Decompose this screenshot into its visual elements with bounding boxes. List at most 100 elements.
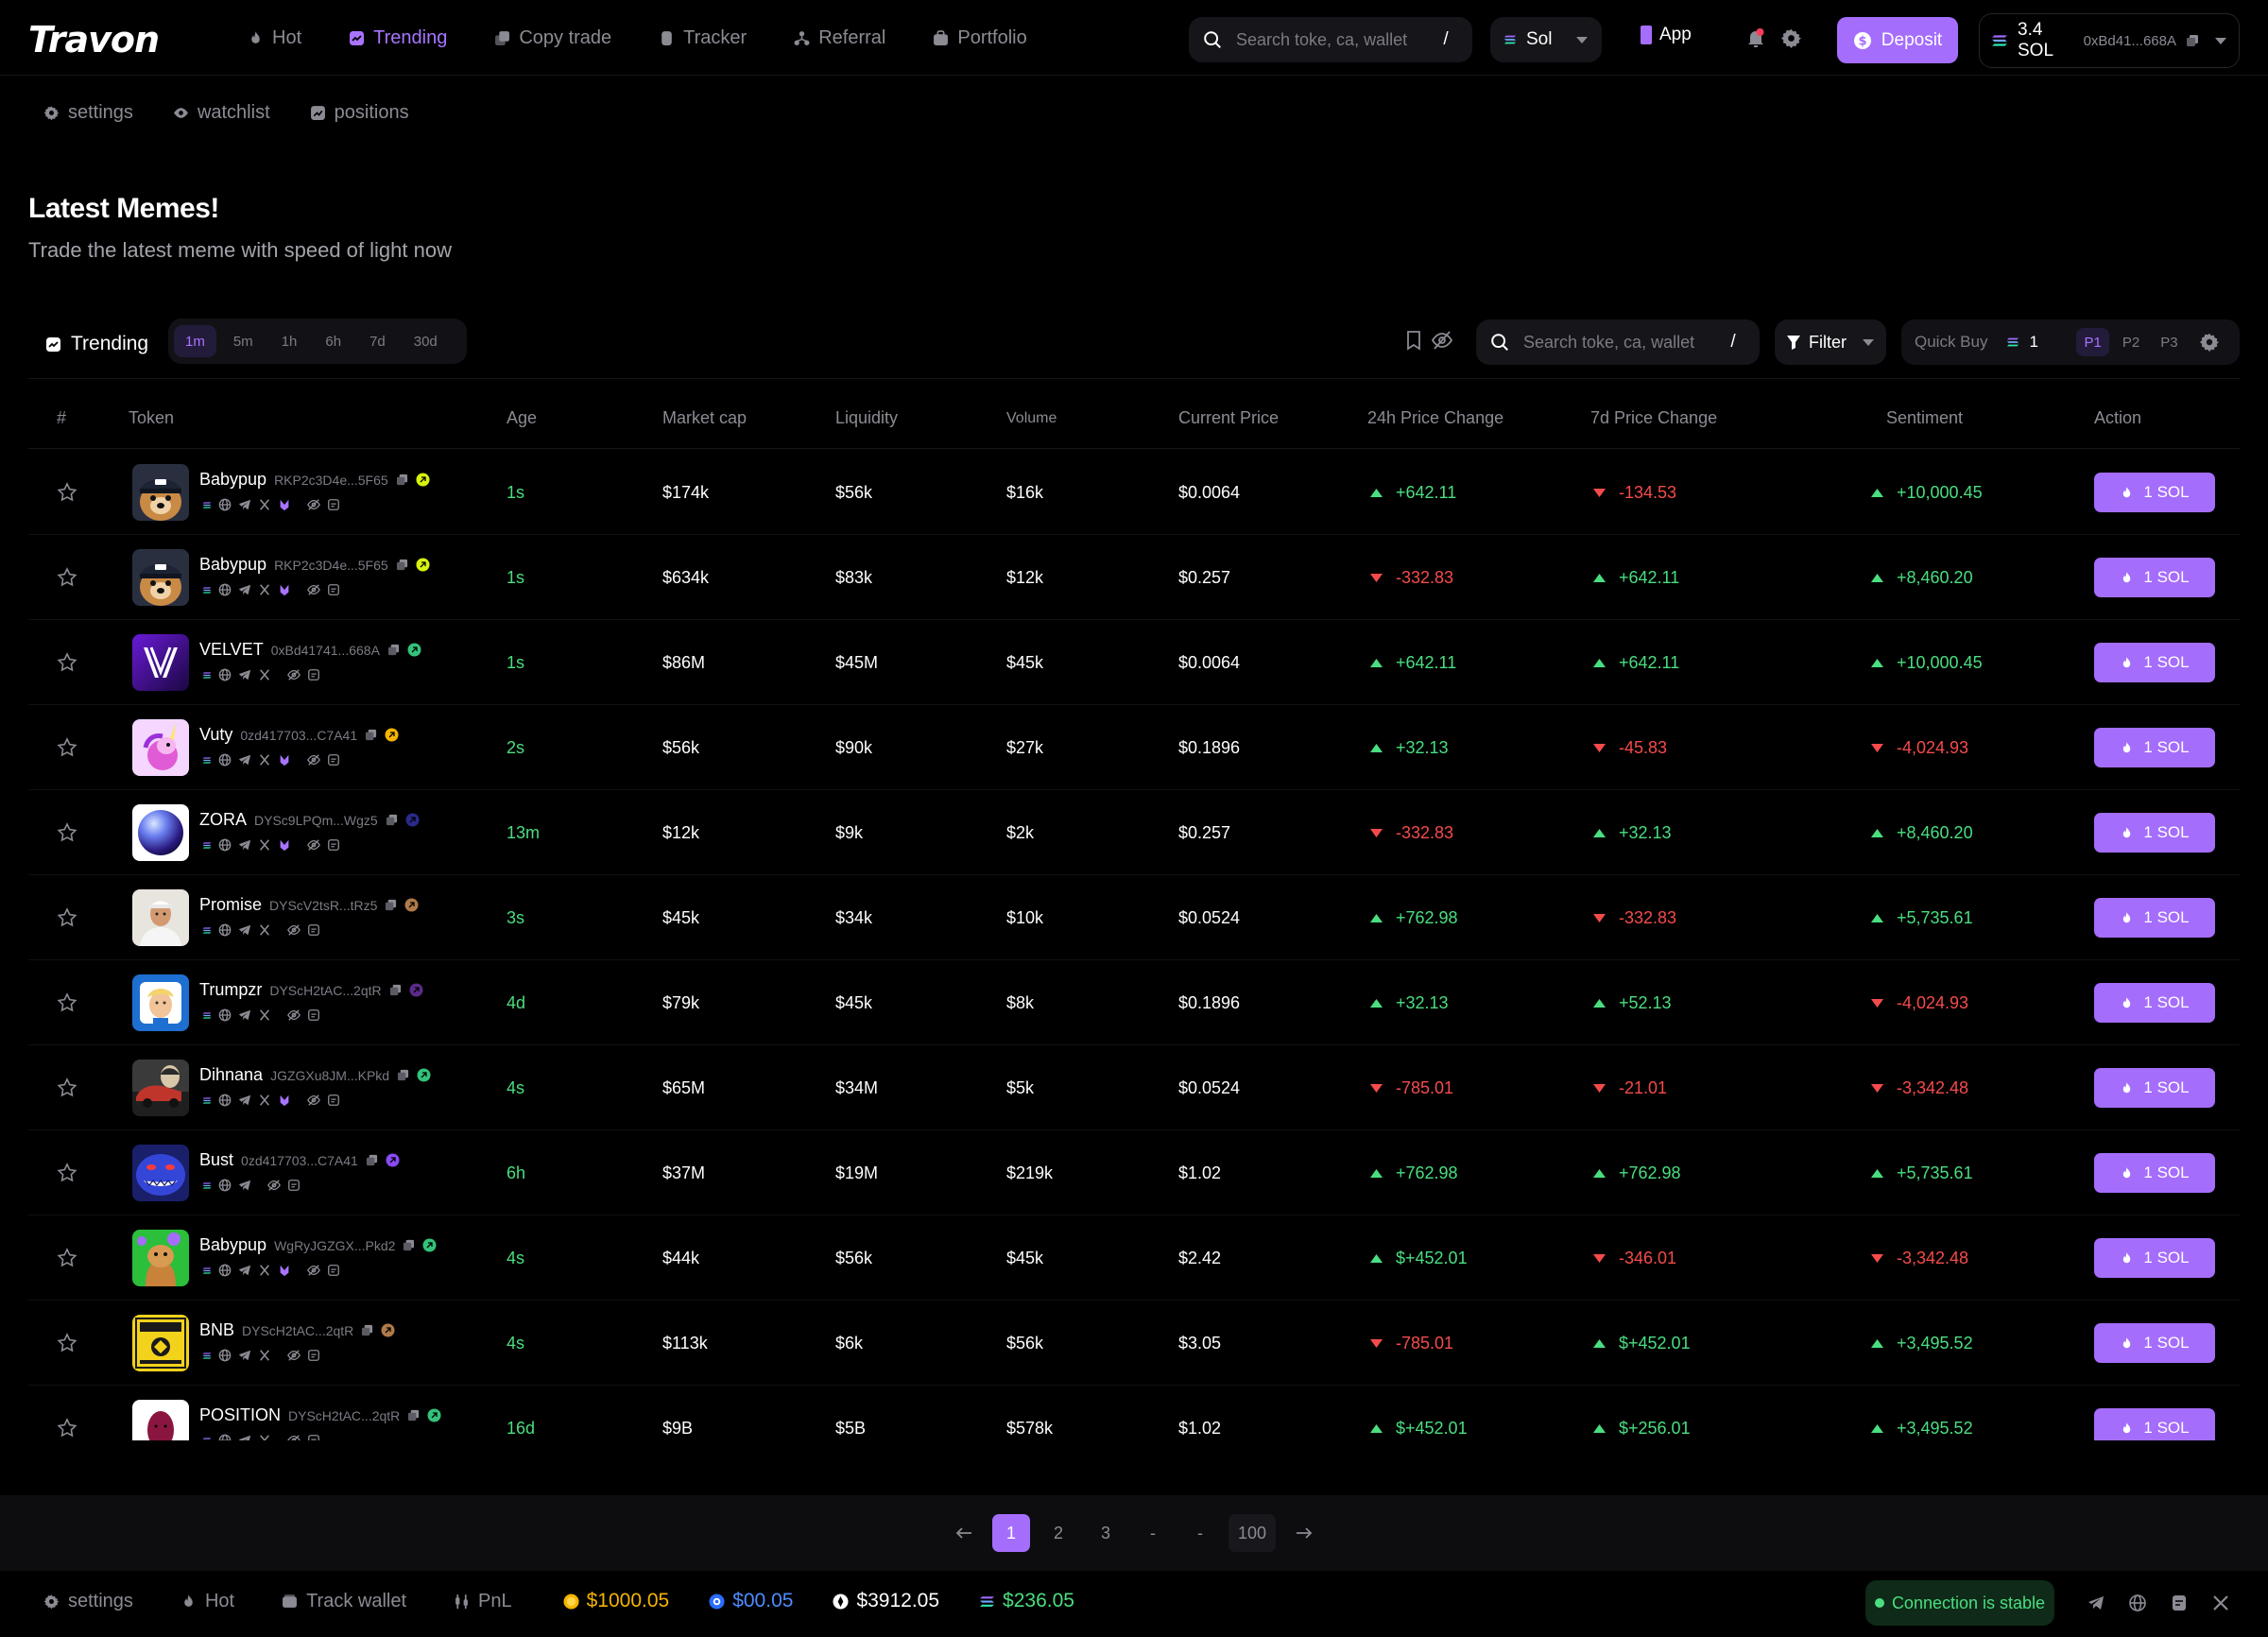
copy-icon[interactable]: [385, 899, 397, 911]
eye-off-icon[interactable]: [1431, 330, 1453, 351]
x-icon[interactable]: [258, 753, 271, 767]
star-icon[interactable]: [57, 567, 77, 588]
globe-icon[interactable]: [218, 1008, 232, 1022]
x-icon[interactable]: [258, 1349, 271, 1362]
bell-icon[interactable]: [1744, 26, 1767, 49]
x-icon[interactable]: [258, 923, 271, 937]
pump-icon[interactable]: [278, 838, 291, 852]
page-100[interactable]: 100: [1228, 1514, 1276, 1552]
x-icon[interactable]: [2211, 1594, 2230, 1612]
timeframe-1h[interactable]: 1h: [270, 325, 309, 357]
timeframe-6h[interactable]: 6h: [314, 325, 352, 357]
table-row[interactable]: Babypup RKP2c3D4e...5F65 1s $174k $56k $16k $0…: [28, 450, 2240, 535]
telegram-icon[interactable]: [2087, 1594, 2105, 1612]
token-name[interactable]: Vuty: [199, 725, 232, 745]
nav-hot[interactable]: Hot: [248, 27, 301, 49]
globe-icon[interactable]: [218, 1264, 232, 1277]
globe-icon[interactable]: [218, 498, 232, 511]
copy-icon[interactable]: [397, 1069, 409, 1081]
table-row[interactable]: Vuty 0zd417703...C7A41 2s $56k $90k $27k $0.18…: [28, 705, 2240, 790]
timeframe-5m[interactable]: 5m: [222, 325, 265, 357]
copy-icon[interactable]: [361, 1324, 373, 1336]
footer-hot[interactable]: Hot: [180, 1591, 234, 1612]
x-icon[interactable]: [258, 1008, 271, 1022]
copy-icon[interactable]: [396, 474, 408, 486]
eye-off-icon[interactable]: [307, 498, 320, 511]
star-icon[interactable]: [57, 1333, 77, 1353]
copy-icon[interactable]: [2186, 34, 2199, 47]
quick-buy-amount[interactable]: 1: [2029, 333, 2067, 352]
eye-off-icon[interactable]: [307, 753, 320, 767]
copy-icon[interactable]: [366, 1154, 378, 1166]
token-name[interactable]: BNB: [199, 1320, 234, 1340]
x-icon[interactable]: [258, 838, 271, 852]
globe-icon[interactable]: [218, 753, 232, 767]
globe-icon[interactable]: [2128, 1594, 2147, 1612]
timeframe-1m[interactable]: 1m: [174, 325, 216, 357]
x-icon[interactable]: [258, 1094, 271, 1107]
document-icon[interactable]: [327, 1264, 340, 1277]
page-3[interactable]: 3: [1087, 1514, 1125, 1552]
x-icon[interactable]: [258, 668, 271, 681]
footer-pnl[interactable]: PnL: [454, 1591, 512, 1612]
trending-tab[interactable]: Trending: [45, 333, 148, 355]
table-row[interactable]: Trumpzr DYScH2tAC...2qtR 4d $79k $45k $8k $0.1…: [28, 960, 2240, 1045]
gear-icon[interactable]: [2199, 332, 2220, 353]
table-row[interactable]: Dihnana JGZGXu8JM...KPkd 4s $65M $34M $5k $0.0…: [28, 1045, 2240, 1130]
telegram-icon[interactable]: [238, 1008, 251, 1022]
telegram-icon[interactable]: [238, 838, 251, 852]
filter-button[interactable]: Filter: [1775, 319, 1886, 365]
gear-icon[interactable]: [1780, 27, 1802, 49]
token-name[interactable]: ZORA: [199, 810, 247, 830]
token-name[interactable]: Promise: [199, 895, 262, 915]
quick-buy-button[interactable]: 1 SOL: [2094, 1068, 2215, 1108]
star-icon[interactable]: [57, 1077, 77, 1098]
star-icon[interactable]: [57, 1248, 77, 1268]
quick-buy-button[interactable]: 1 SOL: [2094, 1323, 2215, 1363]
table-row[interactable]: ZORA DYSc9LPQm...Wgz5 13m $12k $9k $2k $0.257 -…: [28, 790, 2240, 875]
prev-page-button[interactable]: [945, 1514, 983, 1552]
eye-off-icon[interactable]: [287, 1349, 301, 1362]
telegram-icon[interactable]: [238, 753, 251, 767]
token-name[interactable]: Babypup: [199, 555, 266, 575]
copy-icon[interactable]: [389, 984, 402, 996]
star-icon[interactable]: [57, 822, 77, 843]
document-icon[interactable]: [307, 668, 320, 681]
copy-icon[interactable]: [407, 1409, 420, 1422]
table-search[interactable]: /: [1476, 319, 1760, 365]
x-icon[interactable]: [258, 1264, 271, 1277]
telegram-icon[interactable]: [238, 1349, 251, 1362]
nav-referral[interactable]: Referral: [794, 27, 885, 49]
eye-off-icon[interactable]: [287, 1434, 301, 1440]
telegram-icon[interactable]: [238, 583, 251, 596]
footer-track-wallet[interactable]: Track wallet: [282, 1591, 406, 1612]
pump-icon[interactable]: [278, 753, 291, 767]
preset-p3[interactable]: P3: [2153, 328, 2185, 356]
timeframe-30d[interactable]: 30d: [403, 325, 449, 357]
quick-buy-button[interactable]: 1 SOL: [2094, 983, 2215, 1023]
chain-select[interactable]: Sol: [1490, 17, 1602, 62]
globe-icon[interactable]: [218, 1179, 232, 1192]
eye-off-icon[interactable]: [287, 1008, 301, 1022]
token-name[interactable]: VELVET: [199, 640, 264, 660]
preset-p2[interactable]: P2: [2115, 328, 2147, 356]
nav-tracker[interactable]: Tracker: [659, 27, 747, 49]
table-row[interactable]: Bust 0zd417703...C7A41 6h $37M $19M $219k $1.0…: [28, 1130, 2240, 1215]
x-icon[interactable]: [258, 1434, 271, 1440]
document-icon[interactable]: [327, 753, 340, 767]
telegram-icon[interactable]: [238, 668, 251, 681]
table-row[interactable]: Babypup RKP2c3D4e...5F65 1s $634k $83k $12k $0…: [28, 535, 2240, 620]
globe-icon[interactable]: [218, 838, 232, 852]
pump-icon[interactable]: [278, 1094, 291, 1107]
quick-buy-button[interactable]: 1 SOL: [2094, 898, 2215, 938]
telegram-icon[interactable]: [238, 923, 251, 937]
table-row[interactable]: VELVET 0xBd41741...668A 1s $86M $45M $45k $0.0…: [28, 620, 2240, 705]
copy-icon[interactable]: [403, 1239, 415, 1251]
quick-buy-button[interactable]: 1 SOL: [2094, 1408, 2215, 1440]
telegram-icon[interactable]: [238, 1264, 251, 1277]
quick-buy-button[interactable]: 1 SOL: [2094, 1153, 2215, 1193]
token-name[interactable]: POSITION: [199, 1405, 281, 1425]
document-icon[interactable]: [327, 498, 340, 511]
telegram-icon[interactable]: [238, 1094, 251, 1107]
top-search[interactable]: /: [1189, 17, 1472, 62]
